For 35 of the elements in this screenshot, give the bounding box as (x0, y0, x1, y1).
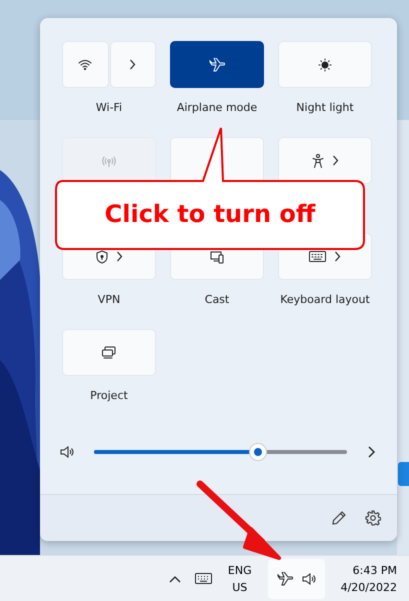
settings-button[interactable] (365, 510, 381, 526)
tile-label: Keyboard layout (280, 292, 370, 308)
quick-setting-tile[interactable] (170, 41, 264, 88)
tile-label: Airplane mode (176, 100, 258, 116)
chevron-icon[interactable] (367, 446, 375, 458)
keyboard-icon[interactable] (194, 573, 212, 584)
speaker-icon[interactable] (60, 445, 74, 459)
tile-label: VPN (98, 292, 120, 308)
caret-up-icon[interactable] (168, 574, 181, 582)
chevron-icon (129, 59, 136, 70)
chevron-icon (116, 251, 122, 262)
edit-button[interactable] (331, 510, 347, 526)
tile-label: Night light (296, 100, 354, 116)
airplane-icon (276, 572, 293, 586)
shield-icon (96, 250, 108, 264)
tile-label: Cast (204, 292, 230, 308)
cast-icon (210, 250, 224, 264)
brightness-icon (318, 58, 332, 72)
wifi-icon (78, 59, 92, 70)
wifi-toggle[interactable] (62, 41, 108, 88)
airplane-icon (209, 58, 225, 72)
tile-label: Project (90, 388, 128, 404)
callout-text: Click to turn off (104, 199, 316, 230)
person-icon (312, 154, 324, 168)
keyboard-icon (309, 251, 326, 262)
tray-button[interactable] (268, 558, 325, 598)
speaker-icon (302, 572, 316, 586)
screens-icon (101, 346, 117, 359)
slider-thumb[interactable] (250, 444, 266, 460)
tile-label: Wi-Fi (96, 100, 122, 116)
clock[interactable]: 6:43 PM 4/20/2022 (340, 562, 397, 596)
antenna-icon (102, 154, 116, 166)
chevron-icon (332, 155, 338, 166)
chevron-icon (334, 251, 341, 262)
language-indicator[interactable]: ENG US (224, 562, 256, 596)
